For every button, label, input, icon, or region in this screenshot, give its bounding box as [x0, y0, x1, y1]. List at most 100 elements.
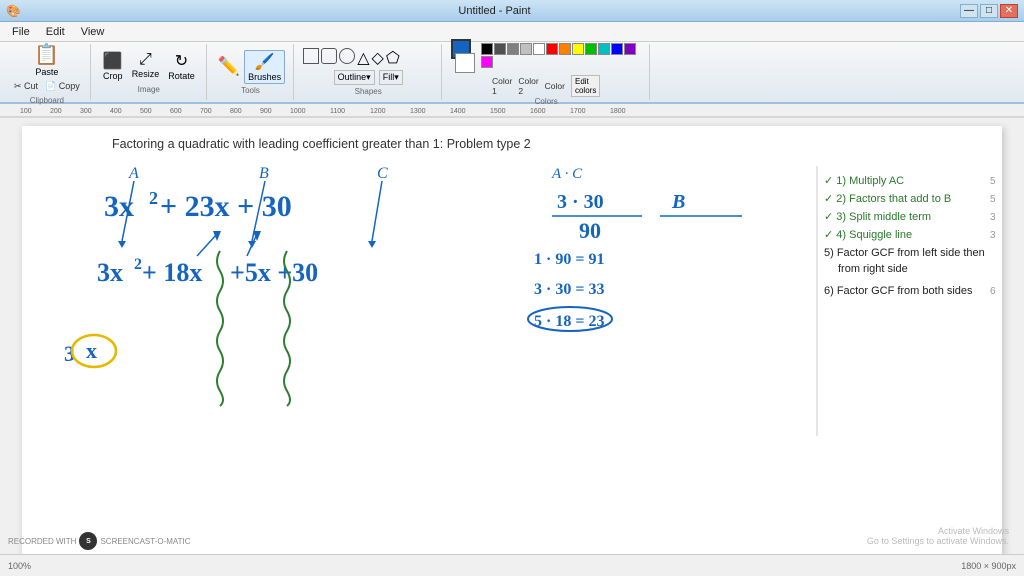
svg-text:1600: 1600: [530, 108, 546, 115]
maximize-btn[interactable]: □: [980, 4, 998, 18]
svg-text:1800: 1800: [610, 108, 626, 115]
palette-magenta[interactable]: [481, 56, 493, 68]
title-bar: 🎨 Untitled - Paint — □ ✕: [0, 0, 1024, 22]
svg-text:5) Factor GCF from left side t: 5) Factor GCF from left side then: [824, 247, 985, 259]
ribbon-group-clipboard: 📋 Paste ✂ Cut 📄 Copy Clipboard: [4, 44, 91, 100]
window-controls: — □ ✕: [960, 4, 1018, 18]
ribbon-group-image: ⬛Crop ⤢Resize ↻Rotate Image: [92, 44, 207, 100]
palette-orange[interactable]: [559, 43, 571, 55]
ribbon-group-colors: Color1 Color2 Color Editcolors Colors: [443, 44, 650, 100]
svg-text:100: 100: [20, 108, 32, 115]
status-bar: 100% 1800 × 900px: [0, 554, 1024, 576]
canvas-area[interactable]: Factoring a quadratic with leading coeff…: [0, 118, 1024, 554]
color2-swatch[interactable]: [455, 53, 475, 73]
shape-pentagon[interactable]: ⬠: [386, 48, 400, 68]
whiteboard: Factoring a quadratic with leading coeff…: [22, 126, 1002, 554]
outline-btn[interactable]: Outline▾: [334, 70, 375, 85]
svg-text:from right side: from right side: [838, 263, 908, 275]
svg-text:1300: 1300: [410, 108, 426, 115]
svg-text:1400: 1400: [450, 108, 466, 115]
screencast-badge: RECORDED WITH S SCREENCAST-O-MATIC: [8, 532, 191, 550]
svg-text:5: 5: [990, 194, 996, 205]
palette-purple[interactable]: [624, 43, 636, 55]
palette-black[interactable]: [481, 43, 493, 55]
palette-gray[interactable]: [507, 43, 519, 55]
screencast-brand: SCREENCAST-O-MATIC: [100, 537, 190, 546]
minimize-btn[interactable]: —: [960, 4, 978, 18]
image-label: Image: [138, 85, 160, 94]
svg-text:6: 6: [990, 286, 996, 297]
svg-text:800: 800: [230, 108, 242, 115]
svg-text:5 · 18 = 23: 5 · 18 = 23: [534, 313, 604, 330]
svg-text:✓ 3) Split middle term: ✓ 3) Split middle term: [824, 211, 931, 223]
fill-btn[interactable]: Fill▾: [379, 70, 403, 85]
screencast-logo: S: [79, 532, 97, 550]
recorded-with-label: RECORDED WITH: [8, 537, 76, 546]
brush-tool[interactable]: 🖌️Brushes: [244, 50, 285, 84]
shape-diamond[interactable]: ◇: [372, 48, 384, 68]
svg-text:500: 500: [140, 108, 152, 115]
activate-windows-notice: Activate Windows Go to Settings to activ…: [867, 526, 1009, 546]
activate-windows-line2: Go to Settings to activate Windows.: [867, 536, 1009, 546]
svg-text:1000: 1000: [290, 108, 306, 115]
palette-yellow[interactable]: [572, 43, 584, 55]
pencil-tool[interactable]: ✏️: [216, 54, 242, 79]
svg-text:1 · 90 = 91: 1 · 90 = 91: [534, 251, 604, 268]
shape-ellipse[interactable]: [339, 48, 355, 64]
svg-text:✓ 1) Multiply AC: ✓ 1) Multiply AC: [824, 175, 904, 187]
cut-btn[interactable]: ✂ Cut: [12, 80, 40, 93]
palette-cyan[interactable]: [598, 43, 610, 55]
svg-text:1700: 1700: [570, 108, 586, 115]
svg-text:3: 3: [990, 230, 996, 241]
svg-text:2: 2: [149, 188, 158, 208]
copy-btn[interactable]: 📄 Copy: [43, 80, 82, 93]
menu-view[interactable]: View: [73, 26, 113, 38]
svg-text:x: x: [86, 338, 97, 363]
close-btn[interactable]: ✕: [1000, 4, 1018, 18]
palette-blue[interactable]: [611, 43, 623, 55]
svg-text:A · C: A · C: [551, 166, 583, 182]
shape-rect[interactable]: [303, 48, 319, 64]
svg-text:90: 90: [579, 218, 601, 243]
palette-red[interactable]: [546, 43, 558, 55]
svg-text:Factoring a quadratic with lea: Factoring a quadratic with leading coeff…: [112, 137, 531, 151]
svg-text:C: C: [377, 165, 388, 182]
svg-text:3: 3: [990, 212, 996, 223]
svg-text:900: 900: [260, 108, 272, 115]
shapes-label: Shapes: [355, 87, 382, 96]
crop-btn[interactable]: ⬛Crop: [100, 50, 126, 82]
palette-lgray[interactable]: [520, 43, 532, 55]
svg-text:+ 23x + 30: + 23x + 30: [160, 190, 292, 223]
svg-text:400: 400: [110, 108, 122, 115]
menu-edit[interactable]: Edit: [38, 26, 73, 38]
palette-dgray[interactable]: [494, 43, 506, 55]
svg-text:A: A: [128, 165, 139, 182]
palette-white[interactable]: [533, 43, 545, 55]
svg-text:200: 200: [50, 108, 62, 115]
svg-text:+5x +30: +5x +30: [230, 258, 318, 287]
svg-text:✓ 4) Squiggle line: ✓ 4) Squiggle line: [824, 229, 912, 241]
svg-text:B: B: [259, 165, 269, 182]
shape-round-rect[interactable]: [321, 48, 337, 64]
paste-btn[interactable]: 📋 Paste: [32, 40, 61, 79]
svg-text:1500: 1500: [490, 108, 506, 115]
ribbon: 📋 Paste ✂ Cut 📄 Copy Clipboard ⬛Crop ⤢Re…: [0, 42, 1024, 104]
svg-text:600: 600: [170, 108, 182, 115]
edit-colors-btn[interactable]: Editcolors: [571, 75, 600, 97]
window-title: Untitled - Paint: [29, 5, 960, 17]
menu-file[interactable]: File: [4, 26, 38, 38]
zoom-label: 100%: [8, 561, 31, 571]
dimensions-label: 1800 × 900px: [961, 561, 1016, 571]
svg-text:1200: 1200: [370, 108, 386, 115]
activate-windows-line1: Activate Windows: [867, 526, 1009, 536]
rotate-btn[interactable]: ↻Rotate: [165, 50, 198, 82]
svg-text:2: 2: [134, 256, 142, 273]
palette-green[interactable]: [585, 43, 597, 55]
svg-text:5: 5: [990, 176, 996, 187]
svg-text:1100: 1100: [330, 108, 345, 115]
svg-text:3 · 30 = 33: 3 · 30 = 33: [534, 281, 604, 298]
resize-btn[interactable]: ⤢Resize: [129, 50, 163, 82]
svg-text:B: B: [671, 191, 685, 213]
shape-triangle[interactable]: △: [357, 48, 369, 68]
svg-text:+ 18x: + 18x: [142, 258, 202, 287]
